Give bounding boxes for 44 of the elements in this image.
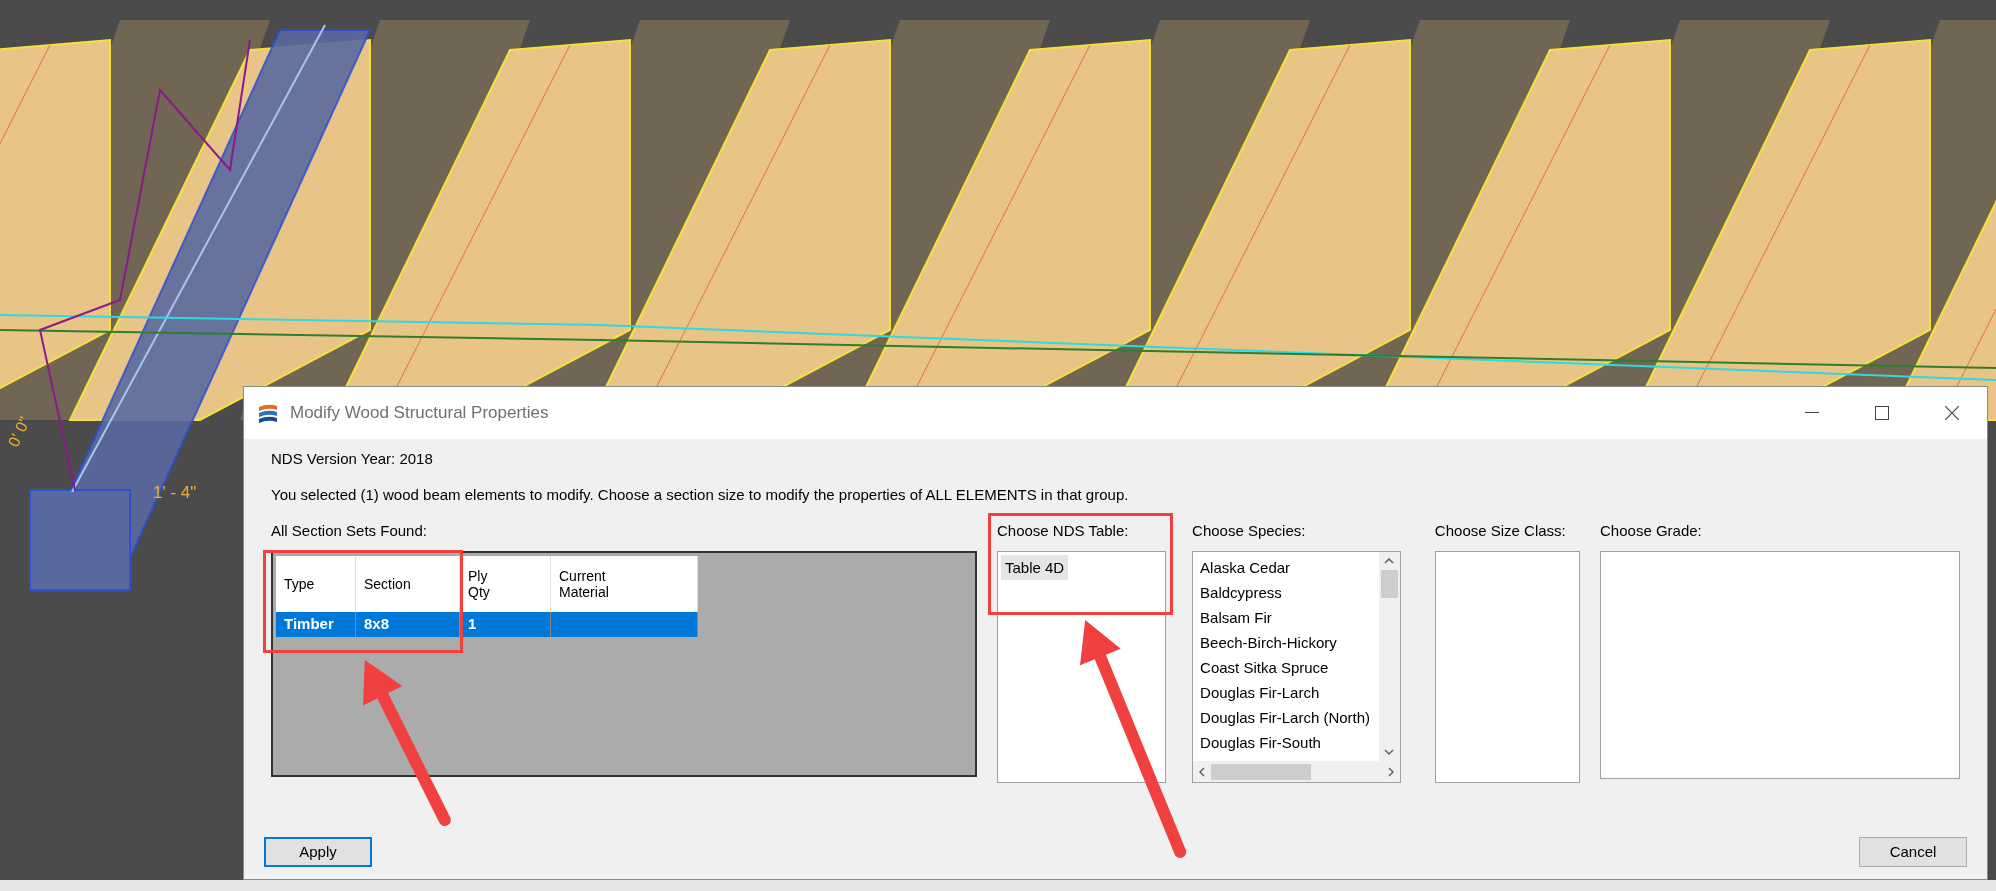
- list-item[interactable]: Douglas Fir-South: [1196, 730, 1325, 755]
- column-header[interactable]: Section: [356, 556, 460, 612]
- table-cell-text: 8x8: [364, 614, 390, 635]
- vertical-scrollbar[interactable]: [1378, 552, 1400, 761]
- column-header[interactable]: Ply Qty: [460, 556, 551, 612]
- cancel-button[interactable]: Cancel: [1859, 837, 1967, 867]
- list-item[interactable]: Alaska Cedar: [1196, 555, 1295, 580]
- table-cell-text: 1: [468, 614, 477, 635]
- list-box[interactable]: Alaska Cedar Baldcypress Balsam Fir Beech-Birch-Hickory Coast Sitka Spruce Douglas Fir-Larch Douglas Fir-Larch (North) Douglas Fir-South: [1192, 551, 1401, 783]
- list-item[interactable]: Coast Sitka Spruce: [1196, 655, 1333, 680]
- apply-button[interactable]: Apply: [264, 837, 372, 867]
- minimize-icon: [1805, 412, 1819, 414]
- horizontal-scrollbar[interactable]: [1193, 761, 1400, 782]
- scroll-up-icon[interactable]: [1384, 558, 1395, 564]
- scroll-left-icon[interactable]: [1199, 766, 1206, 777]
- section-sets-label: All Section Sets Found:: [271, 521, 428, 541]
- column-header[interactable]: Current Material: [551, 556, 698, 612]
- dimension-label: 0' 0": [3, 413, 35, 452]
- table-cell-text: Timber: [284, 614, 334, 635]
- scroll-thumb[interactable]: [1380, 570, 1398, 598]
- list-box[interactable]: Table 4D: [997, 551, 1167, 783]
- list-item[interactable]: Baldcypress: [1196, 580, 1286, 605]
- close-icon: [1945, 406, 1959, 420]
- window-title: Modify Wood Structural Properties: [290, 402, 549, 425]
- list-item[interactable]: Douglas Fir-Larch: [1196, 680, 1324, 705]
- scroll-right-icon[interactable]: [1387, 766, 1394, 777]
- grade-label: Choose Grade:: [1600, 521, 1703, 541]
- column-header[interactable]: Type: [276, 556, 356, 612]
- dimension-label: 1' - 4": [153, 482, 197, 504]
- nds-table-label: Choose NDS Table:: [997, 521, 1130, 541]
- species-label: Choose Species:: [1192, 521, 1307, 541]
- scroll-down-icon[interactable]: [1384, 749, 1395, 755]
- list-box[interactable]: [1434, 551, 1581, 783]
- list-item[interactable]: Balsam Fir: [1196, 605, 1276, 630]
- maximize-icon: [1875, 406, 1889, 420]
- instruction-text: You selected (1) wood beam elements to modify. Choose a section size to modify the properties of ALL ELEMENTS in that group.: [271, 485, 1130, 505]
- size-class-label: Choose Size Class:: [1434, 521, 1567, 541]
- section-table[interactable]: Type Section Ply Qty Current Material Timber 8x8 1: [271, 551, 977, 777]
- list-item[interactable]: Beech-Birch-Hickory: [1196, 630, 1341, 655]
- scroll-thumb[interactable]: [1211, 763, 1312, 780]
- list-item[interactable]: Table 4D: [1001, 555, 1069, 580]
- version-text: NDS Version Year: 2018: [271, 449, 434, 469]
- table-row[interactable]: Timber 8x8 1: [276, 612, 698, 637]
- list-item[interactable]: Douglas Fir-Larch (North): [1196, 705, 1375, 730]
